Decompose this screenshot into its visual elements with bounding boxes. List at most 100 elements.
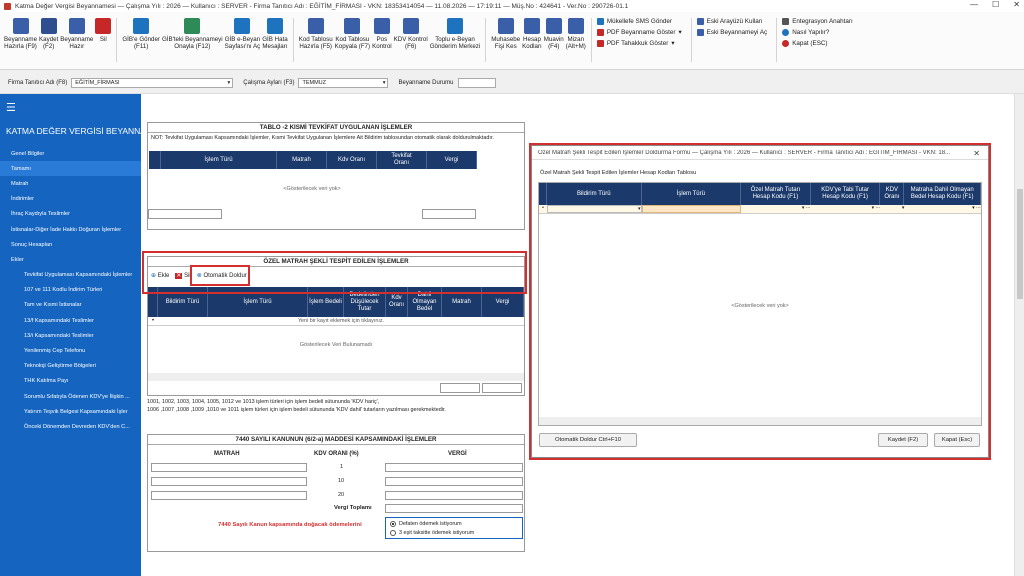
highlight-auto-fill xyxy=(190,265,250,286)
ribbon-list-help: Entegrasyon Anahtarı Nasıl Yapılır? Kapa… xyxy=(782,16,853,47)
maximize-icon[interactable]: ☐ xyxy=(992,0,999,9)
app-icon xyxy=(4,2,11,10)
ribbon-button-label: Hesap Kodları xyxy=(522,36,542,50)
send-center-button[interactable]: Toplu e-Beyan Gönderim Merkezi xyxy=(429,16,481,64)
sidebar-list: Genel Bilgiler Tamamı Matrah İndirimler İhra… xyxy=(0,146,141,435)
sidebar-item[interactable]: Teknoloji Geliştirme Bölgeleri xyxy=(0,359,141,374)
chevron-down-icon: ▾ xyxy=(382,79,386,86)
receipt-button[interactable]: Muhasebe Fişi Kes xyxy=(491,16,520,64)
integration-key-button[interactable]: Entegrasyon Anahtarı xyxy=(782,18,853,25)
sidebar-item[interactable]: Yatırım Teşvik Belgesi Kapsamındaki İşle… xyxy=(0,404,141,419)
tablo2-grid-header: İşlem Türü Matrah Kdv Oranı Tevkifat Ora… xyxy=(149,151,477,169)
sidebar-item[interactable]: İhraç Kaydıyla Teslimler xyxy=(0,207,141,222)
ribbon-button-label: Toplu e-Beyan Gönderim Merkezi xyxy=(429,36,481,50)
sidebar-item[interactable]: Tamamı xyxy=(0,161,141,177)
durum-field[interactable] xyxy=(457,77,496,88)
check-list-button[interactable]: KDV Kontrol (F6) xyxy=(394,16,428,64)
ozel-hscroll[interactable] xyxy=(148,373,524,381)
pdf-tahakkuk-button[interactable]: PDF Tahakkuk Göster ▾ xyxy=(596,40,682,47)
ribbon-toolbar: Beyanname Hazırla (F9) Kaydet (F2) Beyanna… xyxy=(0,12,1024,70)
sidebar-item[interactable]: İndirimler xyxy=(0,192,141,207)
sidebar-item[interactable]: 13/f Kapsamındaki Teslimler xyxy=(0,313,141,328)
minimize-icon[interactable]: — xyxy=(970,0,978,9)
new-row[interactable]: • Yeni bir kayıt eklemek için tıklayınız… xyxy=(148,317,524,326)
globe-button[interactable]: GİB e-Beyan Sayfası'nı Aç xyxy=(225,16,260,64)
cloud-upload-button[interactable]: GİB'e Gönder (F11) xyxy=(122,16,160,64)
ribbon-button-label: Muavin (F4) xyxy=(543,36,564,50)
table-button[interactable]: Kod Tablosu Hazırla (F5) xyxy=(299,16,333,64)
document-button[interactable]: Beyanname Hazır xyxy=(60,16,93,64)
help-button[interactable]: Nasıl Yapılır? xyxy=(782,29,853,36)
ribbon-list-pdf: Mükellefe SMS Gönder PDF Beyanname Göste… xyxy=(596,16,682,47)
cloud-check-button[interactable]: GİB'teki Beyannameyi Onayla (F12) xyxy=(162,16,223,64)
pdf-beyanname-button[interactable]: PDF Beyanname Göster ▾ xyxy=(596,29,682,36)
copy-table-button[interactable]: Kod Tablosu Kopyala (F7) xyxy=(335,16,370,64)
row-indicator xyxy=(149,151,161,169)
sms-send-button[interactable]: Mükellefe SMS Gönder xyxy=(596,18,682,25)
sidebar-item[interactable]: İstisnalar-Diğer İade Hakkı Doğuran İşle… xyxy=(0,222,141,237)
sidebar-item[interactable]: Önceki Dönemden Devreden KDV'den C... xyxy=(0,419,141,434)
tablo2-col-vergi: Vergi xyxy=(427,151,477,169)
pdf-icon xyxy=(596,29,604,36)
sidebar-item[interactable]: 107 ve 111 Kodlu İndirim Türleri xyxy=(0,283,141,298)
sidebar-item[interactable]: THK Katılma Payı xyxy=(0,374,141,389)
old-ui-button[interactable]: Eski Arayüzü Kullan xyxy=(696,18,768,25)
balance-button[interactable]: Mizan (Alt+M) xyxy=(566,16,586,64)
sidebar-item[interactable]: 13/i Kapsamındaki Teslimler xyxy=(0,328,141,343)
k7440-vergi-10[interactable] xyxy=(385,477,523,486)
ribbon-button-label: GİB'e Gönder (F11) xyxy=(122,36,160,50)
accounts-button[interactable]: Hesap Kodları xyxy=(522,16,542,64)
scroll-thumb[interactable] xyxy=(1017,189,1023,299)
window-titlebar: Katma Değer Vergisi Beyannamesi — Çalışm… xyxy=(0,0,1024,12)
error-globe-button[interactable]: GİB Hata Mesajları xyxy=(262,16,288,64)
pos-icon xyxy=(373,18,390,34)
k7440-matrah-1[interactable] xyxy=(151,463,307,472)
sidebar-item[interactable]: Tam ve Kısmi İstisnalar xyxy=(0,298,141,313)
tablo2-col-matrah: Matrah xyxy=(277,151,327,169)
k7440-vergi-1[interactable] xyxy=(385,463,523,472)
ay-select[interactable]: TEMMUZ ▾ xyxy=(298,77,389,88)
pos-button[interactable]: Pos Kontrol xyxy=(372,16,392,64)
tablo2-footer xyxy=(148,209,524,219)
k7440-vergi-header: VERGİ xyxy=(448,451,467,457)
sidebar-item[interactable]: Matrah xyxy=(0,176,141,191)
main-vscroll[interactable] xyxy=(1014,94,1024,576)
sidebar-item[interactable]: Tevkifat Uygulaması Kapsamındaki İşlemle… xyxy=(0,268,141,283)
form-button[interactable]: Beyanname Hazırla (F9) xyxy=(4,16,37,64)
k7440-title: 7440 SAYILI KANUNUN (6/2-a) MADDESİ KAPS… xyxy=(148,435,524,445)
k7440-matrah-20[interactable] xyxy=(151,491,307,500)
close-window-icon[interactable]: ✕ xyxy=(1013,0,1020,9)
old-beyanname-button[interactable]: Eski Beyannameyi Aç xyxy=(696,29,767,36)
option-taksit[interactable]: 3 eşit taksitte ödemek istiyorum xyxy=(390,529,518,538)
delete-button[interactable]: Sil xyxy=(95,16,112,64)
tablo2-empty: <Gösterilecek veri yok> xyxy=(283,186,341,192)
sms-icon xyxy=(596,18,604,25)
copy-table-icon xyxy=(344,18,361,34)
option-defaten[interactable]: Defaten ödemek istiyorum xyxy=(390,520,518,529)
sidebar-item[interactable]: Yenilenmiş Cep Telefonu xyxy=(0,343,141,358)
ay-label: Çalışma Ayları (F3) xyxy=(243,79,295,86)
ribbon-separator xyxy=(485,18,487,62)
sidebar-item[interactable]: Genel Bilgiler xyxy=(0,146,141,161)
ozel-matrah-total xyxy=(440,383,480,393)
k7440-matrah-10[interactable] xyxy=(151,477,307,486)
ozel-footnotes: 1001, 1002, 1003, 1004, 1005, 1012 ve 10… xyxy=(147,398,527,414)
sidebar-item[interactable]: Ekler xyxy=(0,252,141,267)
cloud-upload-icon xyxy=(133,18,150,34)
hamburger-menu-icon[interactable]: ☰ xyxy=(6,101,16,114)
save-button[interactable]: Kaydet (F2) xyxy=(39,16,58,64)
ribbon-button-label: Muhasebe Fişi Kes xyxy=(491,36,521,50)
new-row-indicator-icon: • xyxy=(151,318,155,324)
close-app-button[interactable]: Kapat (ESC) xyxy=(782,40,853,47)
table-icon xyxy=(307,18,324,34)
ledger-button[interactable]: Muavin (F4) xyxy=(544,16,564,64)
old-ui-icon xyxy=(696,18,704,25)
k7440-vergi-20[interactable] xyxy=(385,491,523,500)
error-globe-icon xyxy=(266,18,283,34)
sidebar-item[interactable]: Sonuç Hesapları xyxy=(0,237,141,252)
firma-select[interactable]: EĞİTİM_FİRMASI ▾ xyxy=(71,77,234,88)
k7440-rate-20: 20 xyxy=(338,492,345,498)
sidebar-item[interactable]: Sorumlu Sıfatıyla Ödenen KDV'ye İlişkin … xyxy=(0,389,141,404)
ozel-footer xyxy=(440,383,522,393)
ribbon-button-label: Kaydet (F2) xyxy=(39,36,59,50)
